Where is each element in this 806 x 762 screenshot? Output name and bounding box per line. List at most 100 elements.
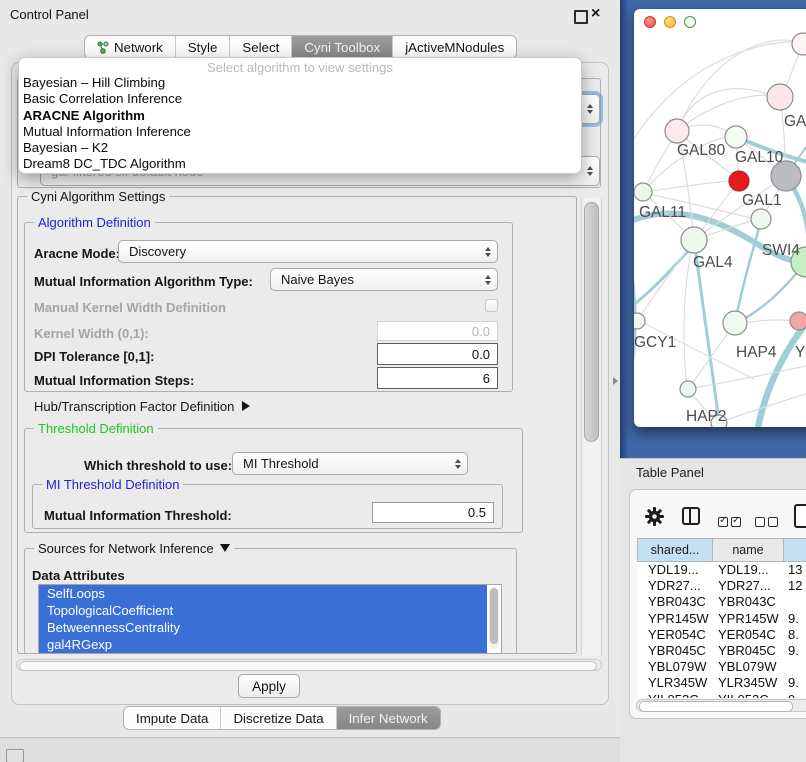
table-cell: YBR045C	[648, 643, 706, 659]
close-panel-icon[interactable]: ×	[591, 4, 600, 24]
data-attributes-list[interactable]: SelfLoopsTopologicalCoefficientBetweenne…	[38, 584, 502, 654]
function-doc-icon[interactable]	[794, 504, 806, 528]
popup-item[interactable]: Dream8 DC_TDC Algorithm	[19, 156, 581, 172]
tab-infer-network[interactable]: Infer Network	[336, 707, 440, 729]
network-node-gcy1[interactable]	[634, 313, 645, 329]
minimize-window-icon[interactable]	[664, 16, 676, 28]
network-node-gal10[interactable]	[725, 126, 747, 148]
table-cell: YPR145W	[648, 611, 709, 627]
network-node-hap2[interactable]	[680, 381, 696, 397]
table-horizontal-scrollbar-thumb[interactable]	[639, 701, 793, 712]
tab-discretize-data[interactable]: Discretize Data	[220, 707, 335, 729]
network-node-label: GAL11	[639, 204, 686, 221]
manual-kernel-checkbox[interactable]	[485, 299, 498, 312]
network-node-gal4[interactable]	[681, 227, 707, 253]
table-cell: YLR345W	[718, 675, 777, 691]
table-row[interactable]: YDR27...YDR27...12	[637, 578, 806, 594]
table-row[interactable]: YER054CYER054C8.	[637, 627, 806, 643]
float-panel-icon[interactable]	[574, 10, 588, 24]
settings-vertical-scrollbar-thumb[interactable]	[584, 202, 599, 442]
select-all-icon[interactable]	[718, 513, 744, 531]
network-node[interactable]	[792, 33, 806, 55]
network-window: GALGAL80GAL10GAL11GAL1GAL4SWI4GCY1HAP4YH…	[634, 9, 806, 427]
network-icon	[97, 41, 109, 54]
table-row[interactable]: YIL052CYIL052C9.	[637, 692, 806, 698]
table-row[interactable]: YLR345WYLR345W9.	[637, 675, 806, 691]
network-node-gal80[interactable]	[665, 119, 689, 143]
table-horizontal-scrollbar[interactable]	[636, 699, 806, 712]
network-canvas[interactable]: GALGAL80GAL10GAL11GAL1GAL4SWI4GCY1HAP4YH…	[634, 9, 806, 427]
tab-style[interactable]: Style	[175, 36, 230, 58]
minimized-panel-icon[interactable]	[6, 749, 24, 762]
cyni-bottom-tabs: Impute DataDiscretize DataInfer Network	[123, 706, 441, 730]
table-cell: 9.	[788, 643, 799, 659]
popup-item[interactable]: Bayesian – K2	[19, 140, 581, 156]
close-window-icon[interactable]	[644, 16, 656, 28]
tab-network[interactable]: Network	[85, 36, 175, 58]
table-body: YDL19...YDL19...13YDR27...YDR27...12YBR0…	[637, 562, 806, 698]
tab-impute-data[interactable]: Impute Data	[124, 707, 220, 729]
network-node-label: GCY1	[634, 334, 676, 351]
tab-jactivemnodules[interactable]: jActiveMNodules	[392, 36, 516, 58]
table-cell: YDL19...	[718, 562, 769, 578]
list-scrollbar-thumb[interactable]	[490, 588, 498, 644]
gear-icon[interactable]	[645, 507, 664, 526]
table-row[interactable]: YBL079WYBL079W	[637, 659, 806, 675]
attribute-item[interactable]: SelfLoops	[39, 585, 487, 602]
table-cell: 13	[788, 562, 802, 578]
attribute-item[interactable]: TopologicalCoefficient	[39, 602, 487, 619]
which-threshold-combo[interactable]: MI Threshold	[232, 452, 468, 475]
sources-title: Sources for Network Inference	[34, 541, 234, 556]
table-row[interactable]: YDL19... YDL19... 13	[637, 562, 806, 578]
table-cell: YPR145W	[718, 611, 779, 627]
column-header-shared...[interactable]: shared...	[637, 538, 713, 562]
network-node-y[interactable]	[790, 312, 806, 330]
zoom-window-icon[interactable]	[684, 16, 696, 28]
popup-item[interactable]: Bayesian – Hill Climbing	[19, 75, 581, 91]
combo-stepper-icon	[455, 459, 461, 469]
network-node-gal[interactable]	[767, 84, 793, 110]
settings-horizontal-scrollbar-thumb[interactable]	[19, 661, 597, 671]
network-node-label: Y	[795, 344, 805, 361]
network-node-gal1[interactable]	[751, 209, 771, 229]
table-header: shared...name	[637, 538, 806, 562]
aracne-mode-combo[interactable]: Discovery	[118, 240, 498, 263]
mi-steps-label: Mutual Information Steps:	[34, 373, 194, 388]
network-node-hap4[interactable]	[723, 311, 747, 335]
mi-type-combo[interactable]: Naive Bayes	[270, 268, 498, 291]
network-node-label: SWI4	[762, 242, 800, 259]
hub-definition-toggle[interactable]: Hub/Transcription Factor Definition	[34, 399, 250, 414]
attribute-item[interactable]: BetweennessCentrality	[39, 619, 487, 636]
apply-button[interactable]: Apply	[238, 674, 300, 698]
table-row[interactable]: YBR045CYBR045C9.	[637, 643, 806, 659]
panel-splitter-icon[interactable]	[613, 377, 618, 385]
settings-horizontal-scrollbar[interactable]	[16, 659, 602, 671]
columns-icon[interactable]	[682, 507, 700, 525]
mi-threshold-field[interactable]: 0.5	[372, 502, 494, 523]
popup-item[interactable]: ARACNE Algorithm	[19, 108, 581, 124]
mi-steps-field[interactable]: 6	[377, 367, 498, 389]
tab-cyni-toolbox[interactable]: Cyni Toolbox	[291, 36, 392, 58]
deselect-all-icon[interactable]	[755, 513, 781, 531]
column-header-name[interactable]: name	[713, 538, 784, 562]
dpi-tolerance-field[interactable]: 0.0	[377, 343, 498, 365]
control-panel: Control Panel × NetworkStyleSelectCyni T…	[0, 0, 620, 738]
combo-stepper-icon	[485, 247, 491, 257]
table-cell: YDL19...	[648, 562, 699, 578]
combo-stepper-icon	[587, 104, 593, 114]
network-node-label: GAL1	[742, 192, 782, 209]
network-node-gal11[interactable]	[634, 183, 652, 201]
attribute-item[interactable]: gal4RGexp	[39, 636, 487, 653]
collapsed-arrow-icon[interactable]	[242, 401, 250, 411]
column-header-hidden[interactable]	[784, 538, 806, 562]
list-scrollbar[interactable]	[489, 587, 499, 649]
table-row[interactable]: YPR145WYPR145W9.	[637, 611, 806, 627]
popup-item[interactable]: Basic Correlation Inference	[19, 91, 581, 107]
kernel-width-field[interactable]: 0.0	[377, 321, 498, 341]
network-node[interactable]	[729, 171, 749, 191]
tab-select[interactable]: Select	[229, 36, 291, 58]
table-row[interactable]: YBR043CYBR043C	[637, 594, 806, 610]
network-edge	[684, 241, 693, 387]
expanded-arrow-icon[interactable]	[220, 544, 230, 552]
popup-item[interactable]: Mutual Information Inference	[19, 124, 581, 140]
